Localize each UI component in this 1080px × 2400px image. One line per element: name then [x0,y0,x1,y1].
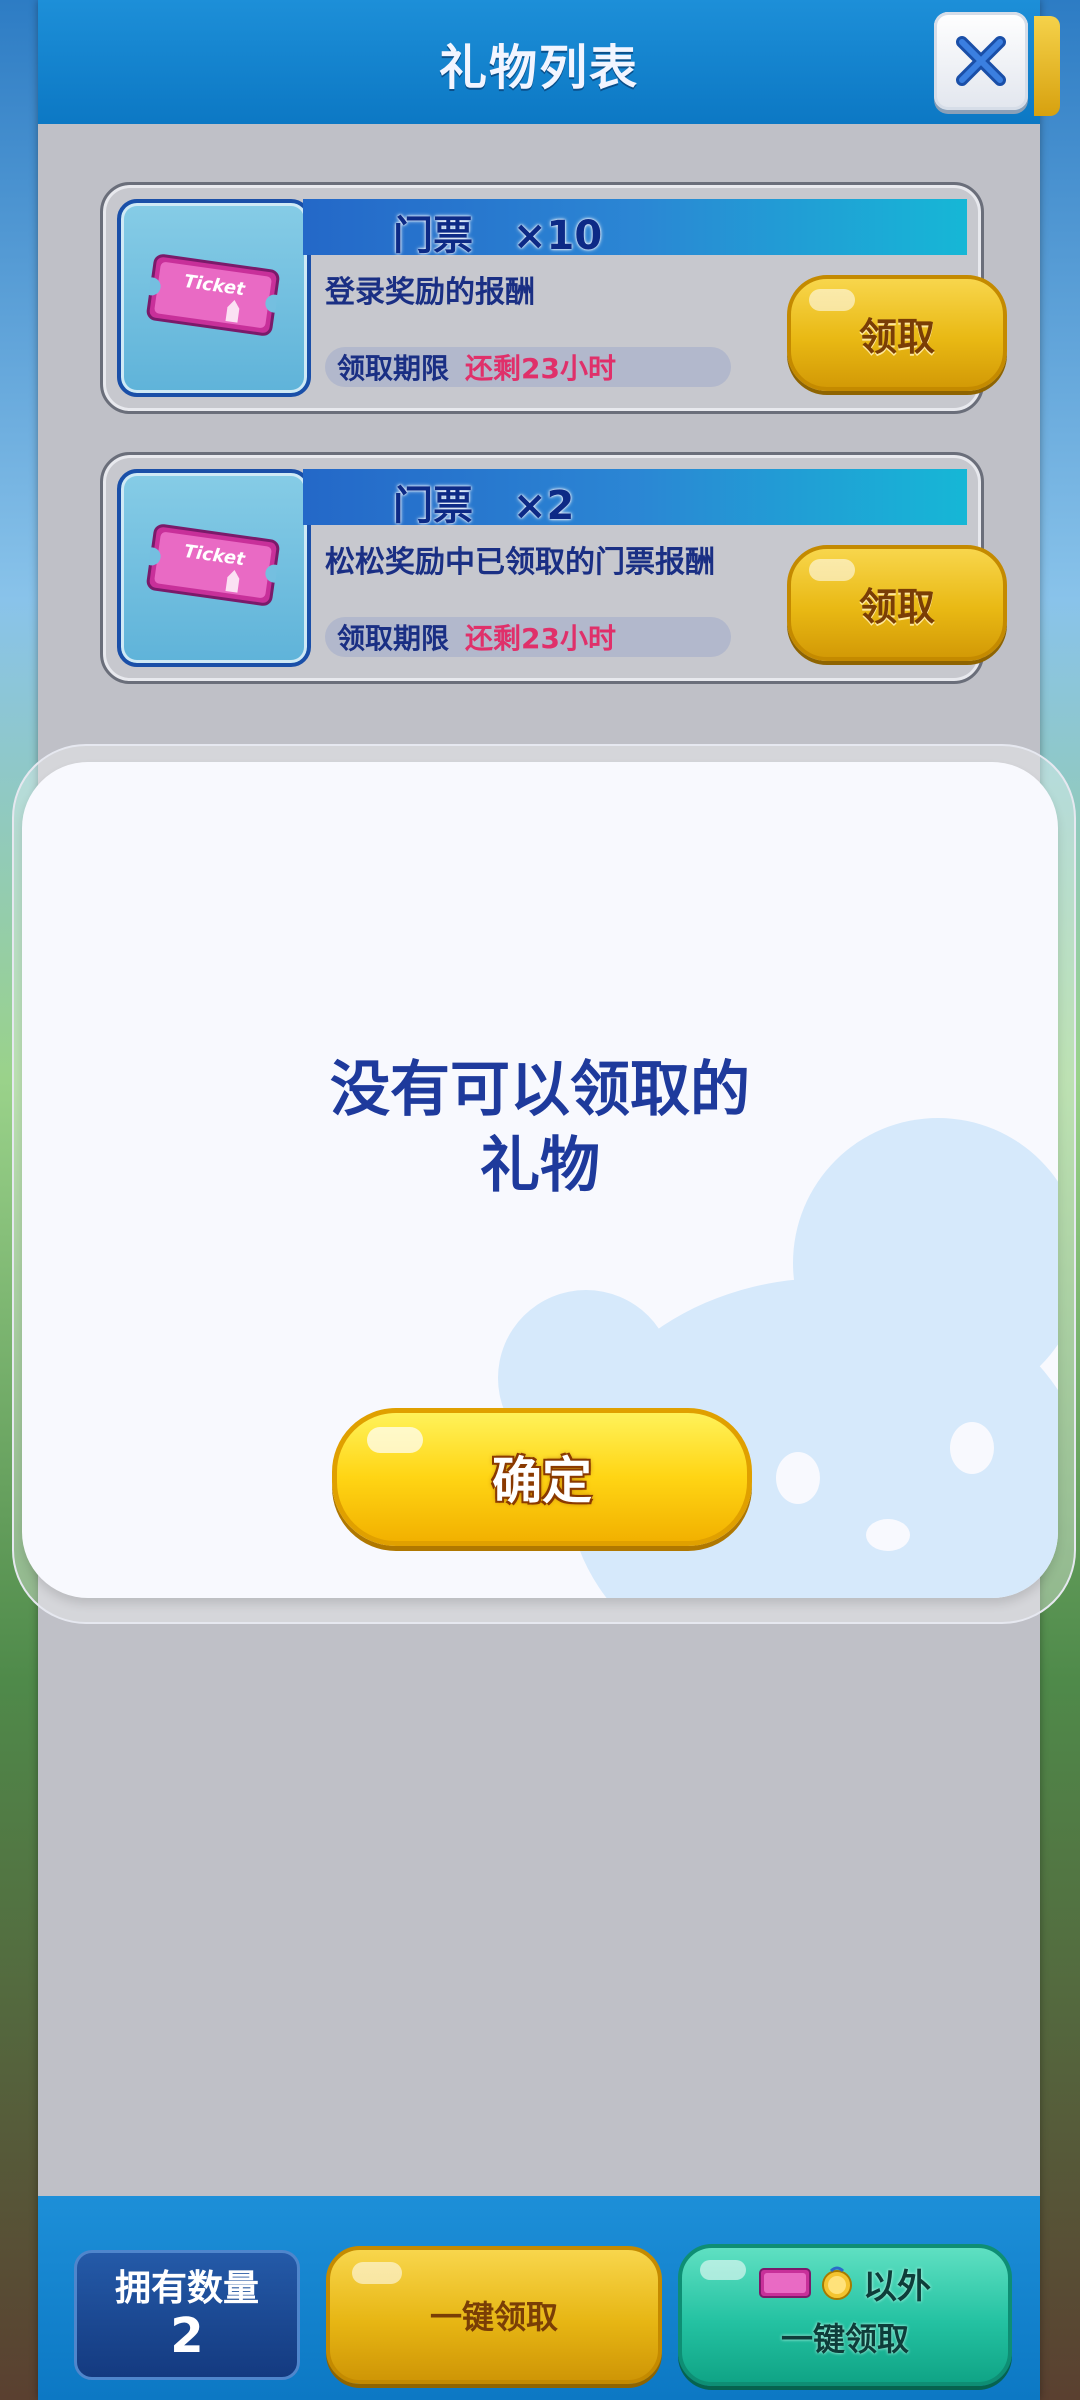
claim-button[interactable]: 领取 [787,545,1007,661]
gift-description: 登录奖励的报酬 [325,275,535,310]
gift-thumbnail: Ticket [117,199,311,397]
except-label: 以外 [863,2266,931,2307]
expiry-label: 领取期限 [337,352,450,385]
count-value: 2 [170,2308,204,2364]
claim-all-button[interactable]: 一键领取 [326,2246,662,2384]
gift-item: Ticket 门票 ×2 松松奖励中已领取的门票报酬 领取期限 还剩23小时 领… [100,452,1007,684]
no-gifts-dialog: 没有可以领取的 礼物 确定 [22,762,1058,1598]
gift-thumbnail: Ticket [117,469,311,667]
panel-header: 礼物列表 [38,0,1060,124]
ticket-icon: Ticket [144,254,282,336]
except-claim-label: 一键领取 [780,2320,909,2358]
coin-icon [822,2266,852,2300]
header-side-tab [1034,16,1060,116]
ticket-icon: Ticket [144,524,282,606]
claim-all-except-button[interactable]: 以外 一键领取 [678,2244,1012,2386]
dialog-message: 没有可以领取的 礼物 [330,1055,750,1201]
except-row: 以外 [682,2258,1008,2308]
gift-item: Ticket 门票 ×10 登录奖励的报酬 领取期限 还剩23小时 领取 [100,182,1007,414]
gift-expiry: 领取期限 还剩23小时 [325,347,731,387]
count-label: 拥有数量 [114,2268,259,2309]
gift-description: 松松奖励中已领取的门票报酬 [325,545,715,580]
gift-name: 门票 ×2 [393,483,575,529]
gift-expiry: 领取期限 还剩23小时 [325,617,731,657]
gift-list-footer: 拥有数量 2 一键领取 以外 一键领取 [38,2196,1040,2400]
confirm-button[interactable]: 确定 [332,1408,752,1546]
gift-name-banner: 门票 ×10 [303,199,967,259]
ticket-icon [759,2268,811,2298]
gift-name: 门票 ×10 [393,213,603,259]
gift-name-banner: 门票 ×2 [303,469,967,529]
panel-title: 礼物列表 [438,40,639,96]
claim-button[interactable]: 领取 [787,275,1007,391]
close-icon [956,36,1006,86]
expiry-remaining: 还剩23小时 [465,622,616,655]
close-button[interactable] [934,12,1028,110]
expiry-label: 领取期限 [337,622,450,655]
expiry-remaining: 还剩23小时 [465,352,616,385]
gift-count-box: 拥有数量 2 [74,2250,300,2380]
